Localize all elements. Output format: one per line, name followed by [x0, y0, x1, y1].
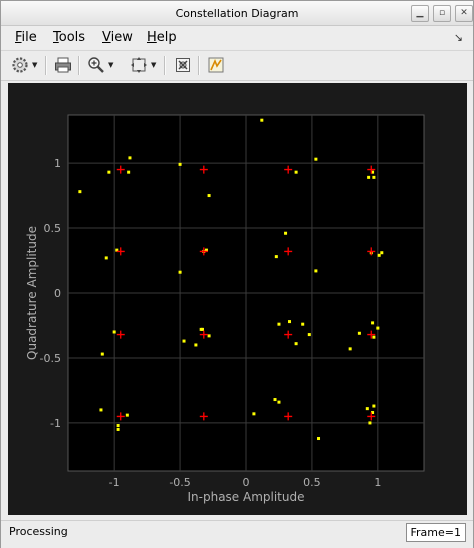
- frame-counter: Frame=1: [405, 523, 466, 542]
- received-symbol-point: [380, 251, 384, 255]
- y-tick-label: 1: [54, 157, 61, 170]
- received-symbol-point: [288, 320, 292, 324]
- scale-axes-icon: [176, 58, 190, 72]
- plot-panel: -1 -0.5 0 0.5 1 -1 -0.5 0 0.5 1 In-phase Amplitude…: [8, 83, 467, 515]
- menu-view[interactable]: View: [102, 30, 133, 45]
- received-symbol-point: [274, 255, 278, 259]
- received-symbol-point: [371, 321, 375, 325]
- chevron-down-icon[interactable]: ▼: [151, 61, 156, 69]
- received-symbol-point: [207, 334, 211, 338]
- received-symbol-point: [368, 421, 372, 425]
- menu-help[interactable]: Help: [147, 30, 177, 45]
- received-symbol-point: [376, 326, 380, 330]
- close-button[interactable]: ✕: [455, 5, 473, 22]
- received-symbol-point: [357, 331, 361, 335]
- y-tick-label: -1: [50, 417, 61, 430]
- received-symbol-point: [112, 330, 116, 334]
- received-symbol-point: [277, 400, 281, 404]
- received-symbol-point: [348, 347, 352, 351]
- menu-tools[interactable]: Tools: [53, 30, 85, 45]
- zoom-in-icon: [88, 57, 104, 73]
- received-symbol-point: [372, 175, 376, 179]
- settings-button[interactable]: ▼: [11, 55, 37, 75]
- scope-window: Constellation Diagram ▁ ▫ ✕ File Tools V…: [0, 0, 474, 548]
- x-tick-label: -0.5: [169, 476, 190, 489]
- received-symbol-point: [182, 339, 186, 343]
- y-tick-label: 0: [54, 287, 61, 300]
- highlight-button[interactable]: [207, 55, 225, 75]
- received-symbol-point: [116, 427, 120, 431]
- received-symbol-point: [178, 162, 182, 166]
- y-tick-label: 0.5: [44, 222, 62, 235]
- received-symbol-point: [194, 343, 198, 347]
- x-axis-label: In-phase Amplitude: [188, 490, 305, 504]
- autoscale-button[interactable]: ▼: [130, 55, 156, 75]
- received-symbol-point: [294, 342, 298, 346]
- menu-bar: File Tools View Help ↘: [1, 26, 473, 49]
- received-symbol-point: [273, 398, 277, 402]
- received-symbol-point: [317, 437, 321, 441]
- toolbar-separator: [164, 56, 166, 75]
- window-title: Constellation Diagram: [175, 7, 299, 20]
- received-symbol-point: [367, 175, 371, 179]
- settings-gear-icon: [12, 57, 28, 73]
- received-symbol-point: [365, 407, 369, 411]
- maximize-button[interactable]: ▫: [433, 5, 451, 22]
- received-symbol-point: [116, 424, 120, 428]
- status-bar: Processing Frame=1: [1, 520, 473, 548]
- received-symbol-point: [314, 269, 318, 273]
- toolbar: ▼ ▼ ▼: [1, 50, 473, 81]
- received-symbol-point: [372, 404, 376, 408]
- received-symbol-point: [372, 335, 376, 339]
- received-symbol-point: [252, 412, 256, 416]
- minimize-button[interactable]: ▁: [411, 5, 429, 22]
- received-symbol-point: [107, 170, 111, 174]
- title-bar[interactable]: Constellation Diagram ▁ ▫ ✕: [1, 1, 473, 26]
- received-symbol-point: [377, 253, 381, 257]
- scale-axes-button[interactable]: [174, 55, 192, 75]
- print-button[interactable]: [54, 55, 72, 75]
- received-symbol-point: [100, 352, 104, 356]
- received-symbol-point: [207, 194, 211, 198]
- toolbar-separator: [78, 56, 80, 75]
- received-symbol-point: [99, 408, 103, 412]
- received-symbol-point: [127, 170, 131, 174]
- y-tick-label: -0.5: [40, 352, 61, 365]
- highlight-icon: [208, 57, 224, 73]
- received-symbol-point: [307, 333, 311, 337]
- x-tick-label: 1: [374, 476, 381, 489]
- status-text: Processing: [9, 525, 68, 538]
- received-symbol-point: [78, 190, 82, 194]
- received-symbol-point: [294, 170, 298, 174]
- received-symbol-point: [260, 118, 264, 122]
- received-symbol-point: [128, 156, 132, 160]
- constellation-chart[interactable]: -1 -0.5 0 0.5 1 -1 -0.5 0 0.5 1 In-phase Amplitude…: [8, 83, 467, 515]
- received-symbol-point: [178, 270, 182, 274]
- x-tick-label: 0: [243, 476, 250, 489]
- chevron-down-icon[interactable]: ▼: [108, 61, 113, 69]
- x-tick-label: -1: [109, 476, 120, 489]
- y-axis-label: Quadrature Amplitude: [25, 226, 39, 360]
- autoscale-icon: [131, 57, 147, 73]
- menu-file[interactable]: File: [15, 30, 37, 45]
- received-symbol-point: [104, 256, 108, 260]
- toolbar-separator: [198, 56, 200, 75]
- dock-arrow-icon[interactable]: ↘: [454, 31, 463, 44]
- toolbar-separator: [45, 56, 47, 75]
- x-tick-label: 0.5: [303, 476, 321, 489]
- received-symbol-point: [277, 322, 281, 326]
- received-symbol-point: [284, 231, 288, 235]
- received-symbol-point: [200, 327, 204, 331]
- print-icon: [55, 57, 71, 73]
- received-symbol-point: [314, 157, 318, 161]
- chevron-down-icon[interactable]: ▼: [32, 61, 37, 69]
- received-symbol-point: [301, 322, 305, 326]
- received-symbol-point: [125, 413, 129, 417]
- zoom-button[interactable]: ▼: [87, 55, 113, 75]
